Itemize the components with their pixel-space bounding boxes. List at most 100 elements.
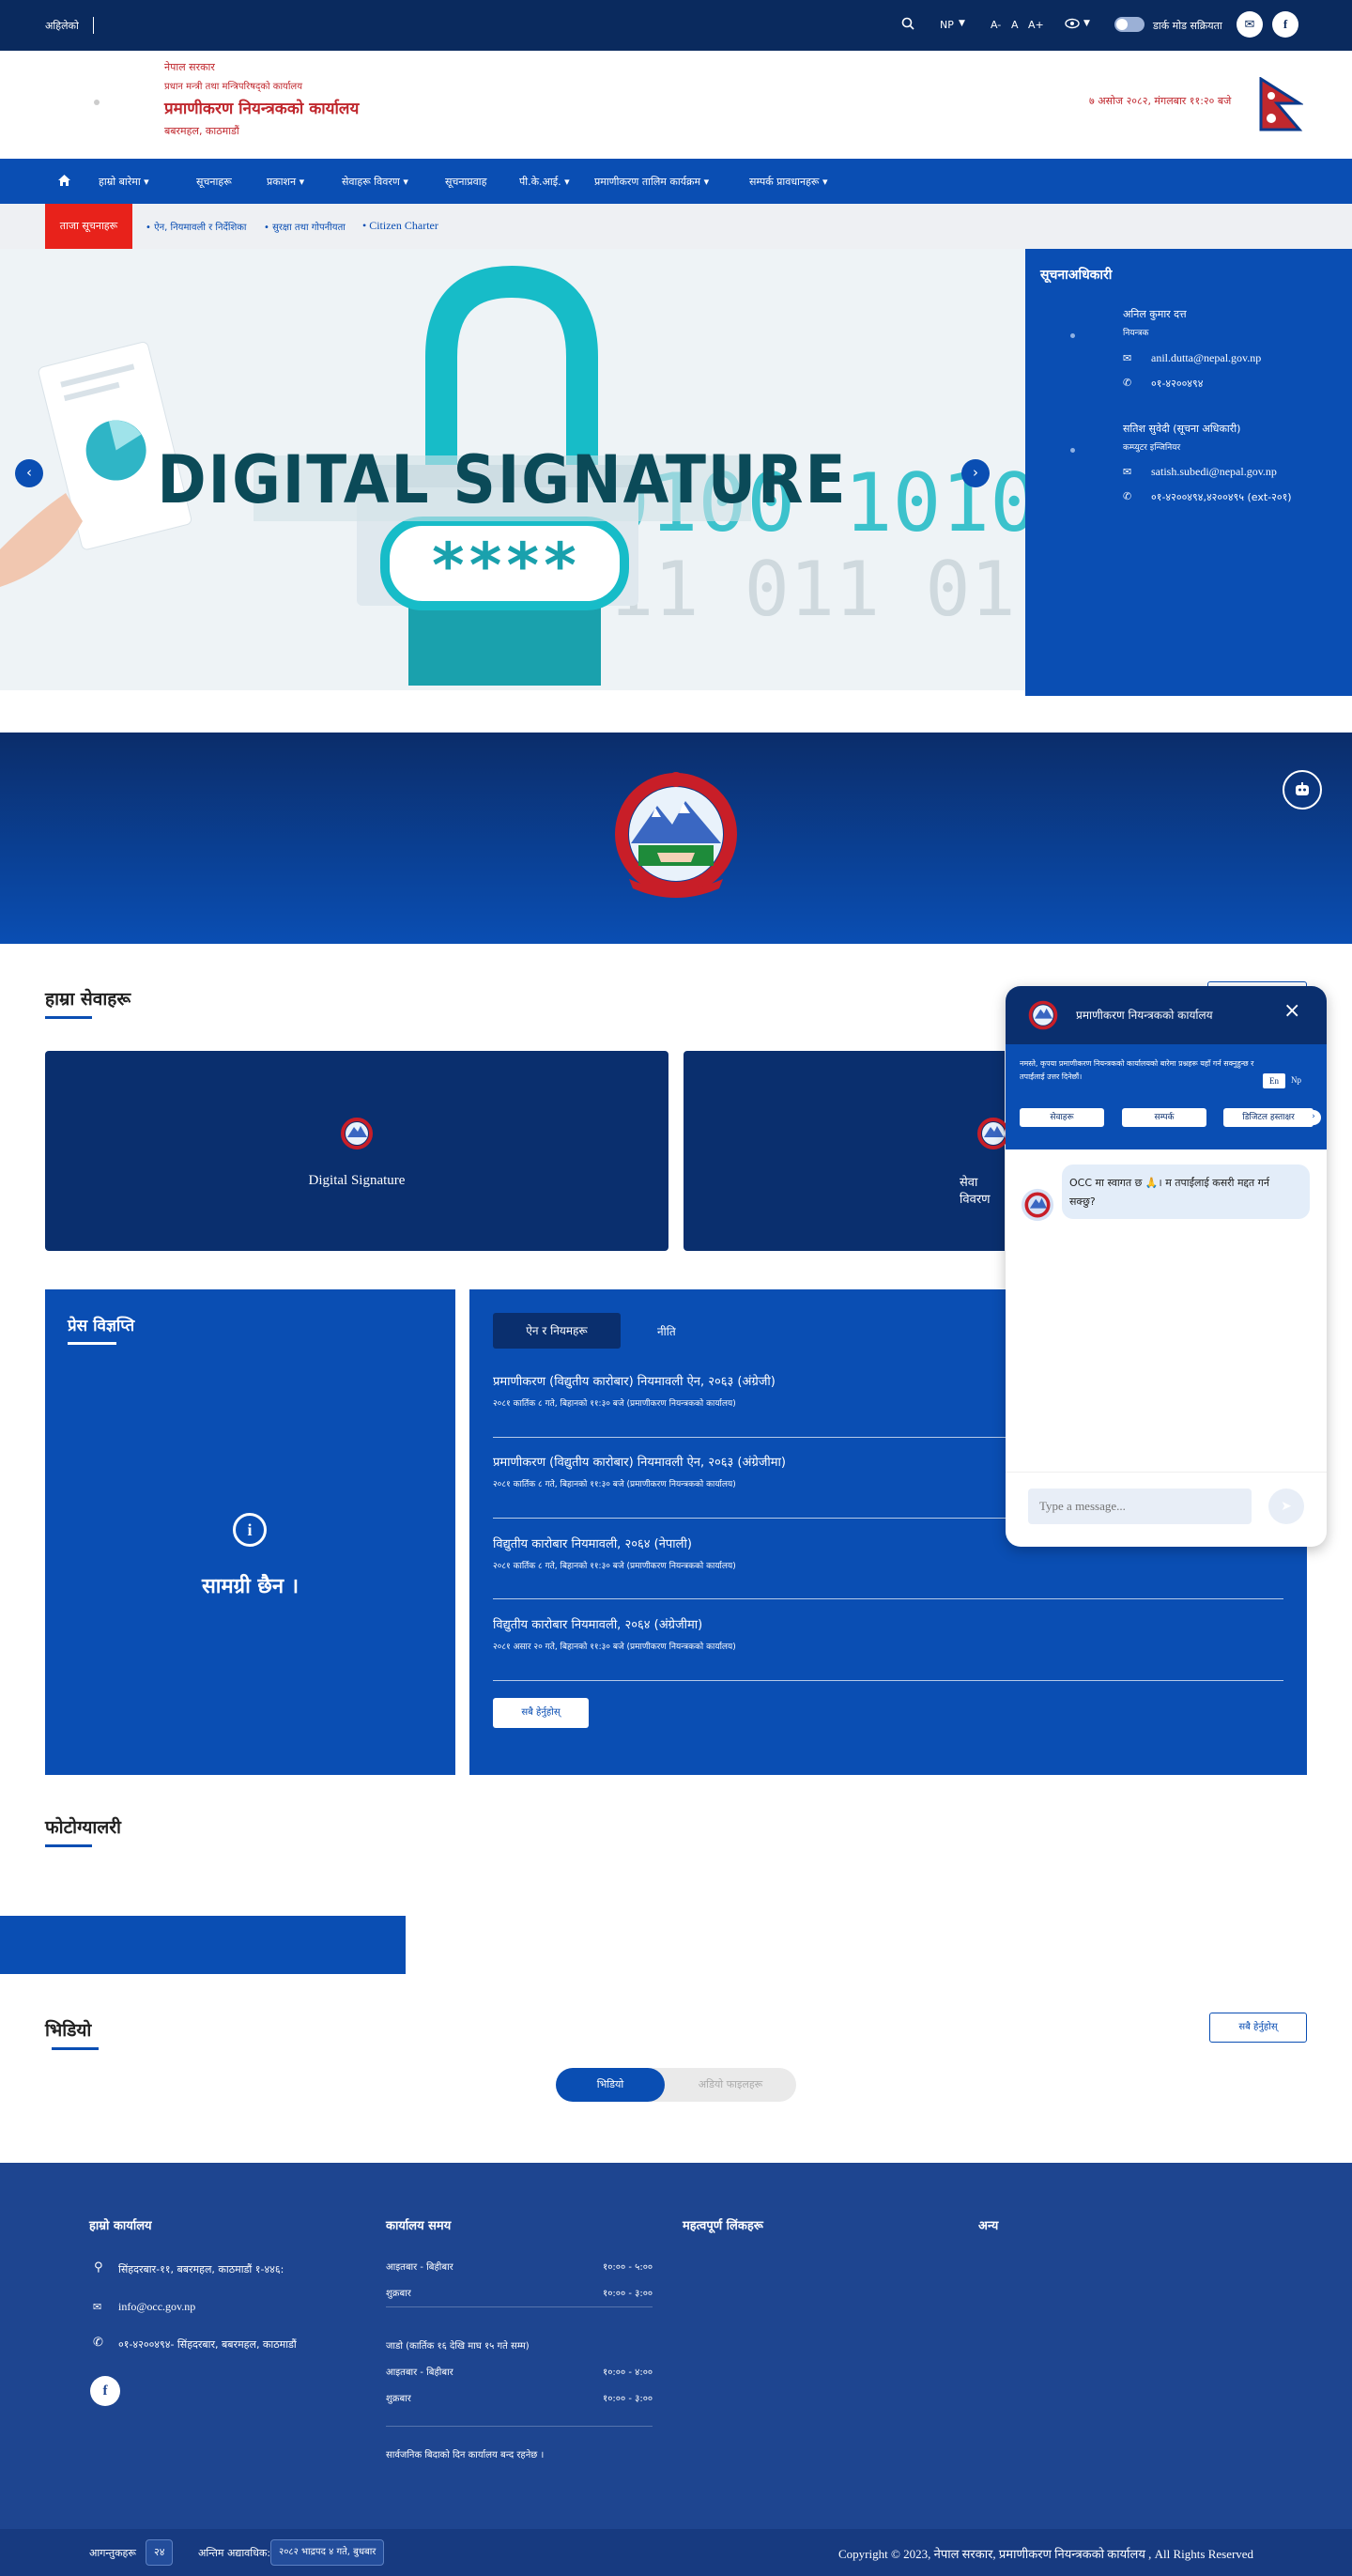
avatar (1070, 333, 1075, 338)
divider (493, 1598, 1283, 1599)
password-text: **** (430, 530, 579, 602)
mail-icon[interactable]: ✉ (1237, 11, 1263, 38)
font-increase-button[interactable]: A+ (1028, 19, 1044, 31)
slider-next-button[interactable]: › (961, 459, 990, 487)
hours-day: शुक्रबार (386, 2394, 411, 2404)
notice-date: २०८१ कार्तिक ८ गते, बिहानको ११:३० बजे (प… (493, 1562, 736, 1571)
search-icon[interactable] (901, 17, 914, 33)
divider (93, 17, 94, 34)
empty-state-text: सामग्री छैन । (201, 1575, 300, 1598)
lang-en-button[interactable]: En (1263, 1073, 1285, 1088)
service-card[interactable]: Digital Signature (45, 1051, 668, 1251)
site-header: नेपाल सरकार प्रधान मन्त्री तथा मन्त्रिपर… (0, 51, 1352, 159)
quick-reply-chip[interactable]: सेवाहरू (1020, 1108, 1104, 1127)
nav-publications[interactable]: प्रकाशन ▾ (267, 175, 304, 189)
ticker-item-label: ऐन, नियमावली र निर्देशिका (154, 223, 247, 233)
chat-intro: नमस्ते, कृपया प्रमाणीकरण नियन्त्रकको कार… (1006, 1044, 1327, 1149)
office-location: बबरमहल, काठमाडौं (164, 125, 239, 137)
notice-date: २०८१ कार्तिक ८ गते, बिहानको ११:३० बजे (प… (493, 1480, 736, 1489)
send-icon[interactable]: ➤ (1268, 1489, 1304, 1524)
main-navigation: हाम्रो बारेमा ▾ सूचनाहरू प्रकाशन ▾ सेवाह… (0, 159, 1352, 204)
nav-information-flow[interactable]: सूचनाप्रवाह (445, 175, 486, 189)
emblem-logo-placeholder (94, 100, 100, 105)
mail-icon: ✉ (93, 2301, 102, 2313)
chatbot-launcher-button[interactable] (1283, 770, 1322, 810)
nepal-emblem-icon (341, 1118, 373, 1149)
nav-information-flow-label: सूचनाप्रवाह (445, 176, 487, 188)
facebook-icon[interactable]: f (1272, 11, 1298, 38)
divider (493, 1680, 1283, 1681)
close-icon[interactable]: × (1283, 999, 1300, 1023)
avatar (1070, 448, 1075, 453)
person-name: सतिश सुवेदी (सूचना अधिकारी) (1123, 423, 1241, 435)
quick-reply-chip[interactable]: डिजिटल हस्ताक्षर (1223, 1108, 1314, 1127)
nav-notices-label: सूचनाहरू (196, 176, 232, 188)
topbar-left-label: अहिलेको (45, 20, 79, 32)
ticker-item[interactable]: • ऐन, नियमावली र निर्देशिका (146, 220, 247, 233)
eye-icon[interactable] (1065, 17, 1080, 33)
quick-reply-chip[interactable]: सम्पर्क (1122, 1108, 1206, 1127)
dark-mode-label: डार्क मोड सक्रियता (1153, 20, 1222, 32)
notice-title[interactable]: प्रमाणीकरण (विद्युतीय कारोबार) नियमावली … (493, 1453, 786, 1470)
phone-icon: ✆ (1123, 377, 1132, 389)
service-card[interactable]: सेवा विवरण (684, 1051, 1009, 1251)
footer-hours-heading: कार्यालय समय (386, 2219, 452, 2233)
chevron-right-icon[interactable]: › (1306, 1110, 1321, 1125)
office-name[interactable]: प्रमाणीकरण नियन्त्रकको कार्यालय (164, 97, 359, 118)
footer-email[interactable]: info@occ.gov.np (118, 2300, 195, 2314)
lang-np-button[interactable]: Np (1291, 1075, 1301, 1085)
hours-time: १०:०० - ४:०० (603, 2368, 653, 2378)
divider (386, 2306, 653, 2307)
notice-title[interactable]: प्रमाणीकरण (विद्युतीय कारोबार) नियमावली … (493, 1372, 776, 1389)
chat-intro-text: नमस्ते, कृपया प्रमाणीकरण नियन्त्रकको कार… (1020, 1059, 1254, 1081)
updated-value: २०८२ भाद्रपद ४ गते, बुधबार (270, 2539, 385, 2566)
hours-day: आइतबार - बिहीबार (386, 2368, 453, 2378)
press-release-panel: प्रेस विज्ञप्ति i सामग्री छैन । (45, 1289, 455, 1775)
slider-prev-button[interactable]: ‹ (15, 459, 43, 487)
notice-title[interactable]: विद्युतीय कारोबार नियमावली, २०६४ (नेपाली… (493, 1535, 692, 1551)
language-select[interactable]: NP (940, 19, 954, 31)
person-email[interactable]: anil.dutta@nepal.gov.np (1151, 351, 1261, 365)
ticker-item[interactable]: • सुरक्षा तथा गोपनीयता (264, 220, 346, 233)
gov-line1: नेपाल सरकार (164, 61, 215, 73)
nav-services[interactable]: सेवाहरू विवरण ▾ (342, 175, 408, 189)
facebook-icon[interactable]: f (90, 2376, 120, 2406)
nav-notices[interactable]: सूचनाहरू (196, 175, 232, 189)
nav-training[interactable]: प्रमाणीकरण तालिम कार्यक्रम ▾ (594, 175, 709, 189)
footer-bottom-bar: आगन्तुकहरू २४ अन्तिम अद्यावधिक: २०८२ भाद… (0, 2529, 1352, 2576)
nav-training-label: प्रमाणीकरण तालिम कार्यक्रम (594, 176, 701, 188)
font-normal-button[interactable]: A (1011, 19, 1019, 31)
service-card-label: सेवा विवरण (960, 1176, 991, 1207)
nav-contact[interactable]: सम्पर्क प्रावधानहरू ▾ (749, 175, 828, 189)
notice-title[interactable]: विद्युतीय कारोबार नियमावली, २०६४ (अंग्रे… (493, 1615, 702, 1632)
nav-publications-label: प्रकाशन (267, 176, 297, 188)
ticker-item[interactable]: • Citizen Charter (362, 219, 438, 233)
header-titles: नेपाल सरकार प्रधान मन्त्री तथा मन्त्रिपर… (164, 60, 359, 138)
gallery-heading: फोटोग्यालरी (45, 1817, 121, 1838)
person-phone: ०१-४२००४९४,४२००४९५ (ext-२०१) (1151, 491, 1292, 503)
dark-mode-toggle[interactable] (1114, 17, 1145, 32)
chat-message-text: OCC मा स्वागत छ 🙏। म तपाईंलाई कसरी मद्दत… (1069, 1177, 1269, 1208)
chat-message-input[interactable] (1028, 1489, 1252, 1524)
nav-about[interactable]: हाम्रो बारेमा ▾ (99, 175, 149, 189)
gallery-slide[interactable] (0, 1916, 406, 1974)
toggle-audio[interactable]: अडियो फाइलहरू (665, 2068, 796, 2102)
hours-time: १०:०० - ३:०० (603, 2289, 653, 2299)
hours-day: शुक्रबार (386, 2289, 411, 2299)
service-card-label: Digital Signature (308, 1173, 406, 1188)
nav-pki[interactable]: पी.के.आई. ▾ (519, 175, 570, 189)
phone-icon: ✆ (93, 2336, 103, 2350)
home-icon[interactable] (57, 174, 71, 190)
notice-date: २०८१ कार्तिक ८ गते, बिहानको ११:३० बजे (प… (493, 1399, 736, 1409)
tab-acts-rules[interactable]: ऐन र नियमहरू (493, 1313, 621, 1349)
font-decrease-button[interactable]: A- (991, 19, 1001, 31)
person-email[interactable]: satish.subedi@nepal.gov.np (1151, 465, 1277, 479)
heading-underline (45, 1844, 92, 1847)
tab-policy[interactable]: नीति (657, 1323, 676, 1339)
toggle-video[interactable]: भिडियो (556, 2068, 665, 2102)
heading-underline (52, 2047, 99, 2050)
view-all-button[interactable]: सबै हेर्नुहोस् (493, 1698, 589, 1728)
video-view-all-button[interactable]: सबै हेर्नुहोस् (1209, 2013, 1307, 2043)
chevron-down-icon: ▼ (959, 19, 965, 28)
chat-title: प्रमाणीकरण नियन्त्रकको कार्यालय (1076, 1009, 1213, 1022)
